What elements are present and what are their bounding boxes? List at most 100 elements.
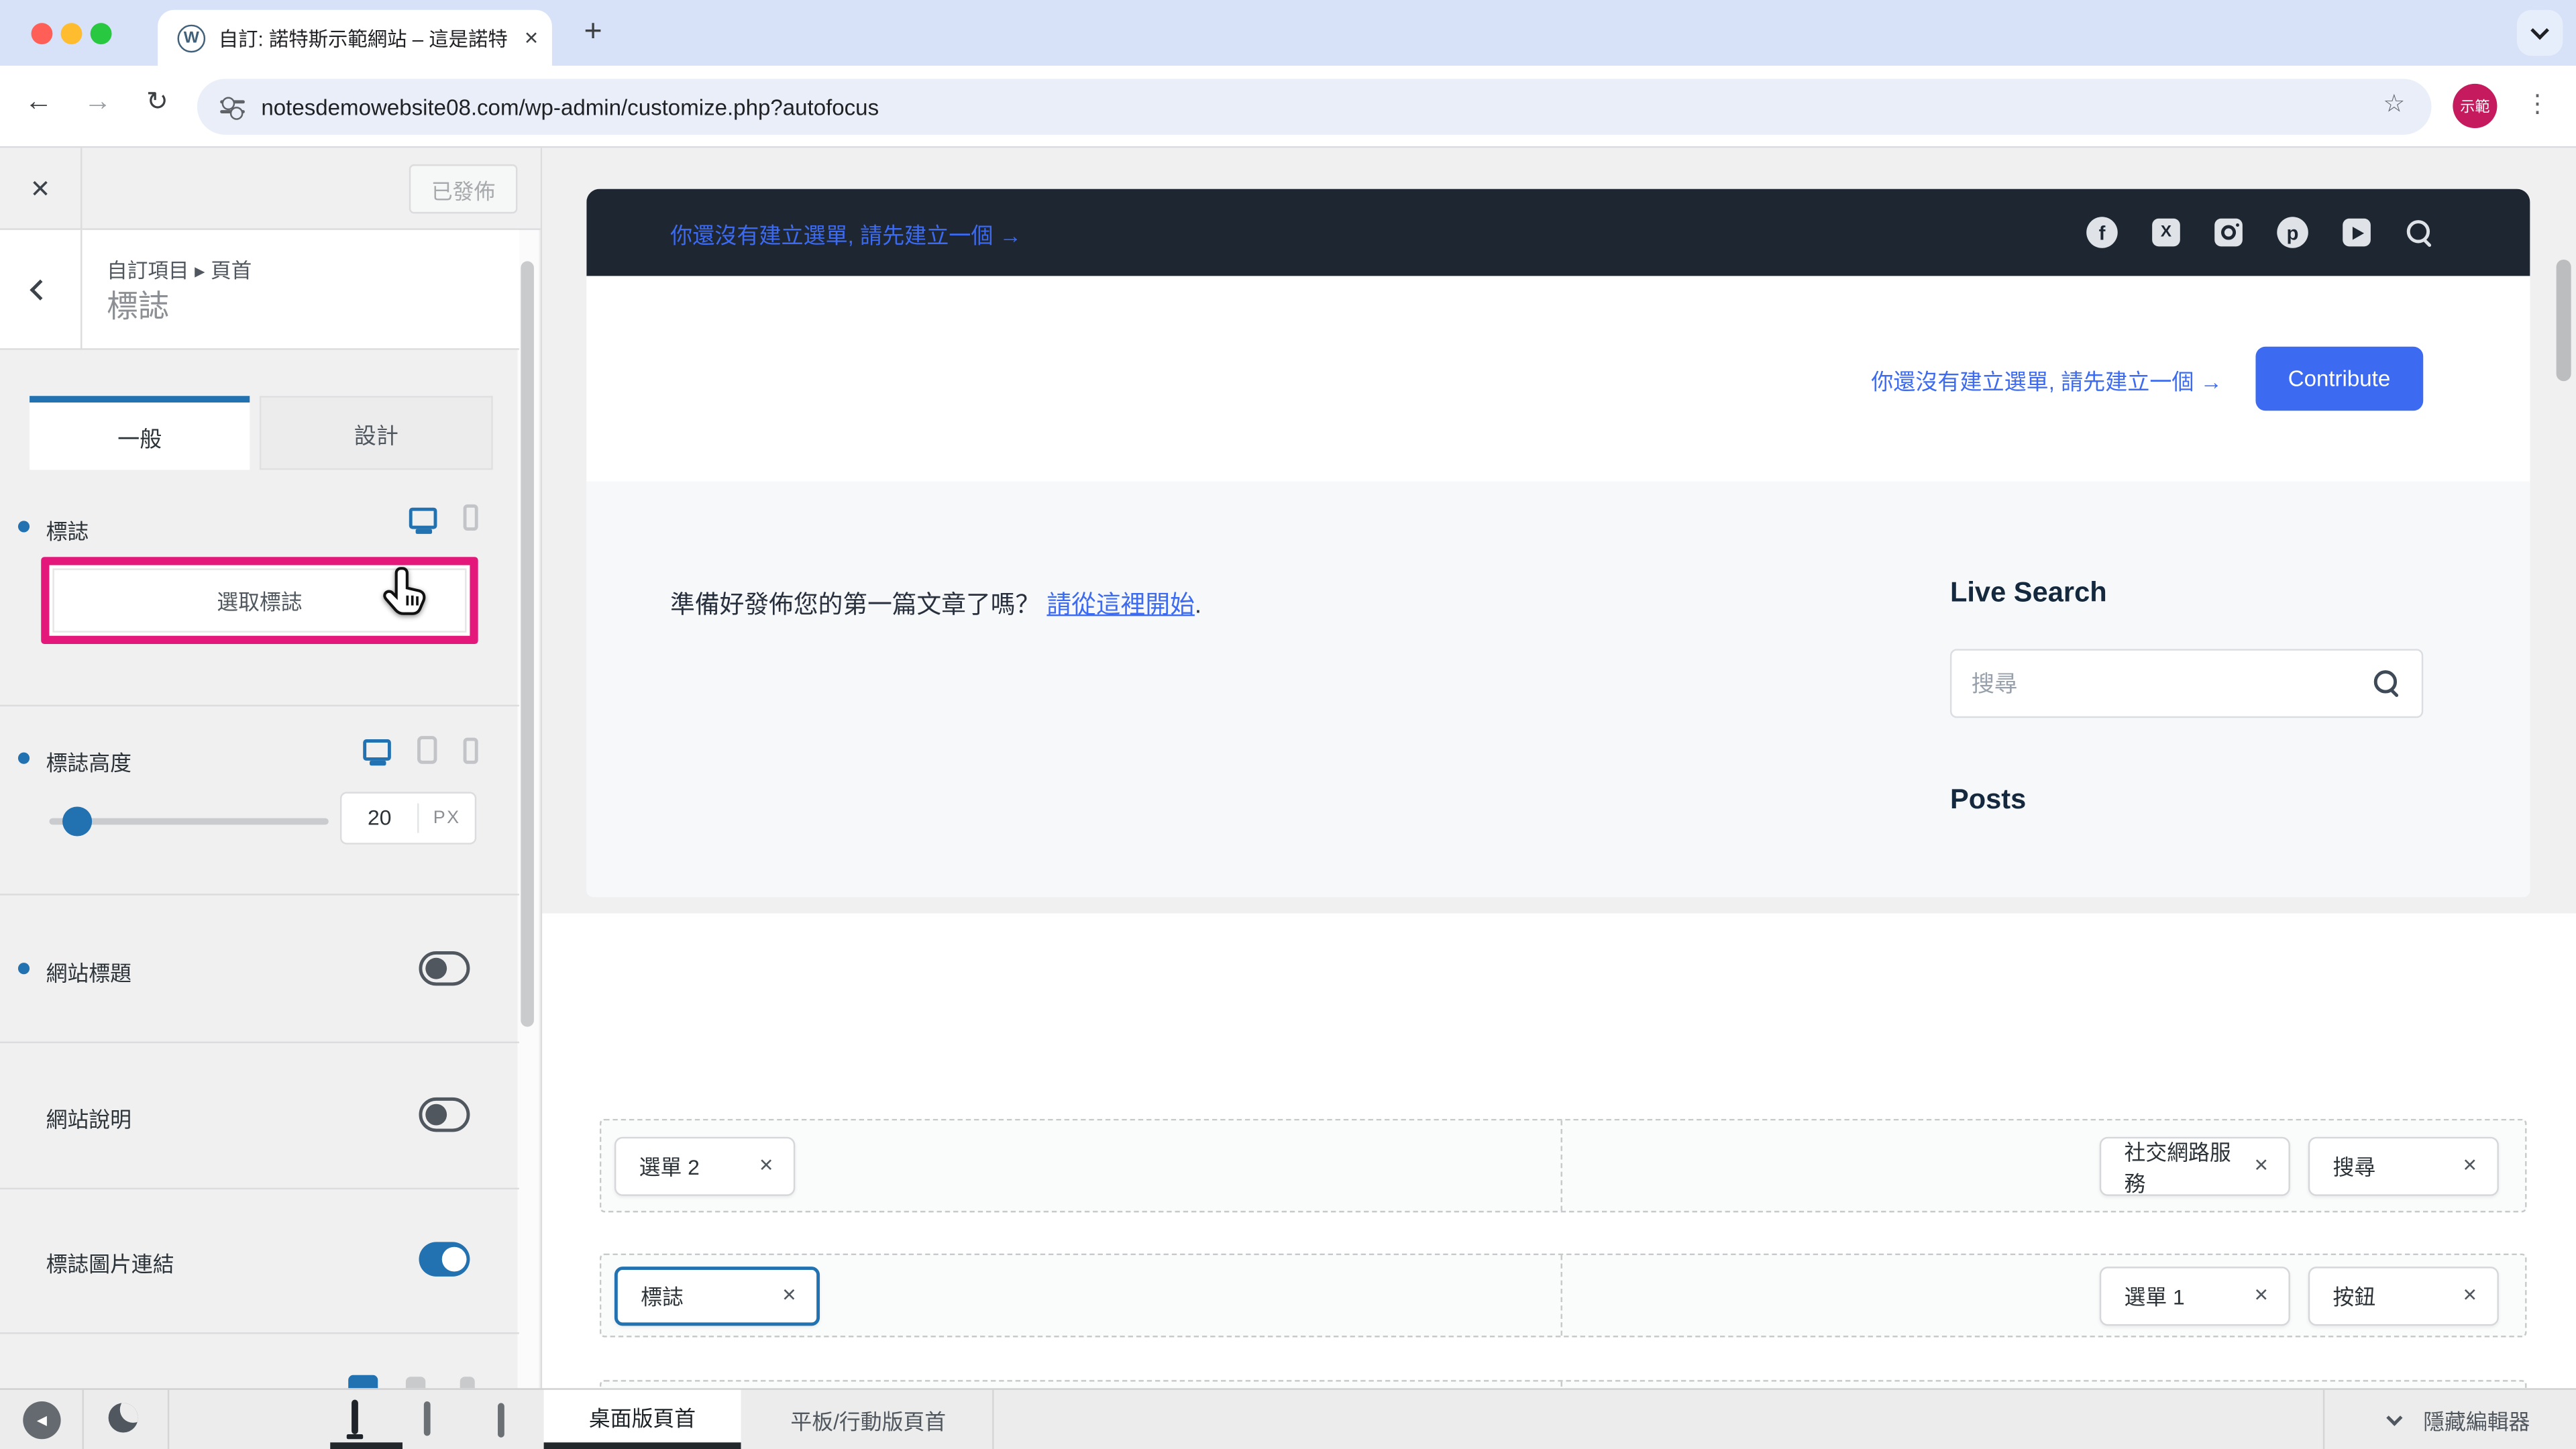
remove-element-icon[interactable]: ✕ xyxy=(2462,1285,2477,1306)
remove-element-icon[interactable]: ✕ xyxy=(2253,1155,2269,1176)
mobile-preview-button[interactable] xyxy=(498,1403,504,1438)
zoom-window-button[interactable] xyxy=(90,22,112,44)
site-content: 準備好發佈您的第一篇文章了嗎？ 請從這裡開始. Live Search 搜尋 P… xyxy=(586,481,2530,898)
collapse-sidebar-button[interactable]: ◀ xyxy=(23,1401,61,1440)
published-button[interactable]: 已發佈 xyxy=(409,164,518,214)
logo-height-slider[interactable] xyxy=(49,806,329,837)
changed-bullet-icon xyxy=(17,752,30,764)
tab-close-icon[interactable]: ✕ xyxy=(524,27,539,48)
element-chip-menu2[interactable]: 選單 2 ✕ xyxy=(614,1136,796,1195)
element-chip-logo-selected[interactable]: 標誌 ✕ xyxy=(614,1265,820,1326)
element-chip-search[interactable]: 搜尋 ✕ xyxy=(2308,1136,2499,1195)
youtube-icon[interactable] xyxy=(2343,218,2371,247)
browser-tab[interactable]: W 自訂: 諾特斯示範網站 – 這是諾特 ✕ xyxy=(158,9,552,66)
tablet-device-icon[interactable] xyxy=(405,1377,426,1389)
facebook-icon[interactable]: f xyxy=(2086,217,2118,248)
desktop-preview-button[interactable] xyxy=(352,1399,358,1434)
preview-scrollbar-thumb[interactable] xyxy=(2556,259,2571,382)
tablet-preview-button[interactable] xyxy=(423,1401,431,1436)
hide-editor-button[interactable]: 隱藏編輯器 xyxy=(2386,1390,2530,1449)
logo-height-value-box[interactable]: 20 PX xyxy=(339,792,477,845)
tab-desktop-header[interactable]: 桌面版頁首 xyxy=(543,1389,741,1449)
contribute-button[interactable]: Contribute xyxy=(2255,346,2424,411)
search-icon[interactable] xyxy=(2405,217,2434,247)
tablet-device-icon[interactable] xyxy=(417,736,437,764)
control-row-site-title: 網站標題 xyxy=(0,896,519,1044)
element-chip-menu1[interactable]: 選單 1 ✕ xyxy=(2099,1265,2290,1326)
element-chip-social[interactable]: 社交網路服務 ✕ xyxy=(2099,1136,2290,1195)
logo-height-value[interactable]: 20 xyxy=(341,803,419,833)
pinterest-icon[interactable]: p xyxy=(2277,217,2308,248)
divider xyxy=(2322,1389,2325,1449)
mobile-device-icon[interactable] xyxy=(463,504,478,531)
search-icon[interactable] xyxy=(2372,669,2402,698)
dark-mode-moon-icon[interactable] xyxy=(108,1403,138,1433)
posts-heading: Posts xyxy=(1949,784,2027,815)
changed-bullet-icon xyxy=(17,963,30,975)
element-chip-button[interactable]: 按鈕 ✕ xyxy=(2308,1265,2499,1326)
section-header: 自訂項目 ▸ 頁首 標誌 xyxy=(0,229,519,350)
site-title-toggle[interactable] xyxy=(419,951,470,986)
address-bar[interactable]: notesdemowebsite08.com/wp-admin/customiz… xyxy=(197,78,2432,135)
site-tagline-toggle[interactable] xyxy=(419,1097,470,1132)
tab-general[interactable]: 一般 xyxy=(30,396,250,470)
header-builder-panel: 選單 2 ✕ 社交網路服務 ✕ 搜尋 ✕ 標誌 ✕ 選單 1 ✕ 按鈕 ✕ xyxy=(542,913,2576,1449)
control-row-logo-link: 標誌圖片連結 xyxy=(0,1189,519,1334)
builder-row-right-zone[interactable]: 選單 1 ✕ 按鈕 ✕ xyxy=(1562,1255,2525,1336)
desktop-device-icon[interactable] xyxy=(409,506,437,529)
remove-element-icon[interactable]: ✕ xyxy=(2462,1155,2477,1176)
back-section-button[interactable] xyxy=(0,229,83,350)
tab-search-button[interactable] xyxy=(2516,9,2563,56)
browser-toolbar: ← → ↻ notesdemowebsite08.com/wp-admin/cu… xyxy=(0,65,2576,148)
site-header: 你還沒有建立選單, 請先建立一個 → Contribute xyxy=(586,276,2530,482)
remove-element-icon[interactable]: ✕ xyxy=(782,1285,797,1306)
logo-height-label: 標誌高度 xyxy=(46,751,131,775)
instagram-icon[interactable] xyxy=(2214,218,2243,247)
sidebar-widgets: Live Search 搜尋 Posts xyxy=(1949,482,2424,898)
hand-cursor-icon xyxy=(383,567,426,615)
control-row-site-tagline: 網站說明 xyxy=(0,1043,519,1190)
builder-row-top[interactable]: 選單 2 ✕ 社交網路服務 ✕ 搜尋 ✕ xyxy=(599,1118,2527,1213)
tab-tablet-mobile-header[interactable]: 平板/行動版頁首 xyxy=(744,1390,992,1449)
slider-handle[interactable] xyxy=(62,806,93,837)
mobile-device-icon[interactable] xyxy=(463,737,478,763)
customizer-sidebar: ✕ 已發佈 自訂項目 ▸ 頁首 標誌 一般 設計 標誌 選取標誌 標誌高度 20… xyxy=(0,148,543,1389)
builder-row-left-zone[interactable]: 標誌 ✕ xyxy=(601,1255,1562,1336)
active-device-indicator xyxy=(330,1442,403,1449)
bookmark-star-icon[interactable]: ☆ xyxy=(2383,89,2405,119)
logo-link-toggle[interactable] xyxy=(419,1242,470,1277)
back-button[interactable]: ← xyxy=(25,85,53,118)
builder-row-left-zone[interactable]: 選單 2 ✕ xyxy=(601,1120,1562,1211)
search-input[interactable]: 搜尋 xyxy=(1949,649,2424,718)
tab-title: 自訂: 諾特斯示範網站 – 這是諾特 xyxy=(218,27,508,50)
desktop-device-icon[interactable] xyxy=(348,1375,378,1389)
close-customizer-button[interactable]: ✕ xyxy=(0,148,83,230)
search-placeholder: 搜尋 xyxy=(1971,670,2018,697)
chevron-down-icon xyxy=(2386,1409,2403,1426)
create-menu-link[interactable]: 你還沒有建立選單, 請先建立一個 → xyxy=(670,216,1022,249)
tab-design[interactable]: 設計 xyxy=(259,396,493,470)
first-post-prompt: 準備好發佈您的第一篇文章了嗎？ 請從這裡開始. xyxy=(670,591,1202,620)
control-row-logo-height: 標誌高度 20 PX xyxy=(0,706,519,896)
minimize-window-button[interactable] xyxy=(60,22,83,44)
site-settings-icon[interactable] xyxy=(220,98,245,118)
tablet-device-icon xyxy=(423,1401,431,1436)
x-twitter-icon[interactable]: X xyxy=(2152,218,2180,247)
desktop-device-icon[interactable] xyxy=(363,739,391,761)
start-here-link[interactable]: 請從這裡開始 xyxy=(1046,592,1194,620)
toggle-knob xyxy=(425,957,447,979)
remove-element-icon[interactable]: ✕ xyxy=(2253,1285,2269,1306)
create-menu-link[interactable]: 你還沒有建立選單, 請先建立一個 → xyxy=(1871,362,2222,395)
builder-row-right-zone[interactable]: 社交網路服務 ✕ 搜尋 ✕ xyxy=(1562,1120,2525,1211)
remove-element-icon[interactable]: ✕ xyxy=(759,1155,774,1176)
forward-button[interactable]: → xyxy=(84,85,112,118)
close-window-button[interactable] xyxy=(31,22,53,44)
new-tab-button[interactable]: + xyxy=(572,11,614,54)
browser-menu-icon[interactable]: ⋮ xyxy=(2525,89,2550,119)
builder-row-middle[interactable]: 標誌 ✕ 選單 1 ✕ 按鈕 ✕ xyxy=(599,1253,2527,1338)
mobile-device-icon[interactable] xyxy=(460,1377,475,1389)
profile-avatar[interactable]: 示範 xyxy=(2453,83,2498,129)
logo-height-unit[interactable]: PX xyxy=(419,808,474,828)
sidebar-scrollbar-thumb[interactable] xyxy=(521,261,534,1027)
reload-button[interactable]: ↻ xyxy=(146,85,168,118)
